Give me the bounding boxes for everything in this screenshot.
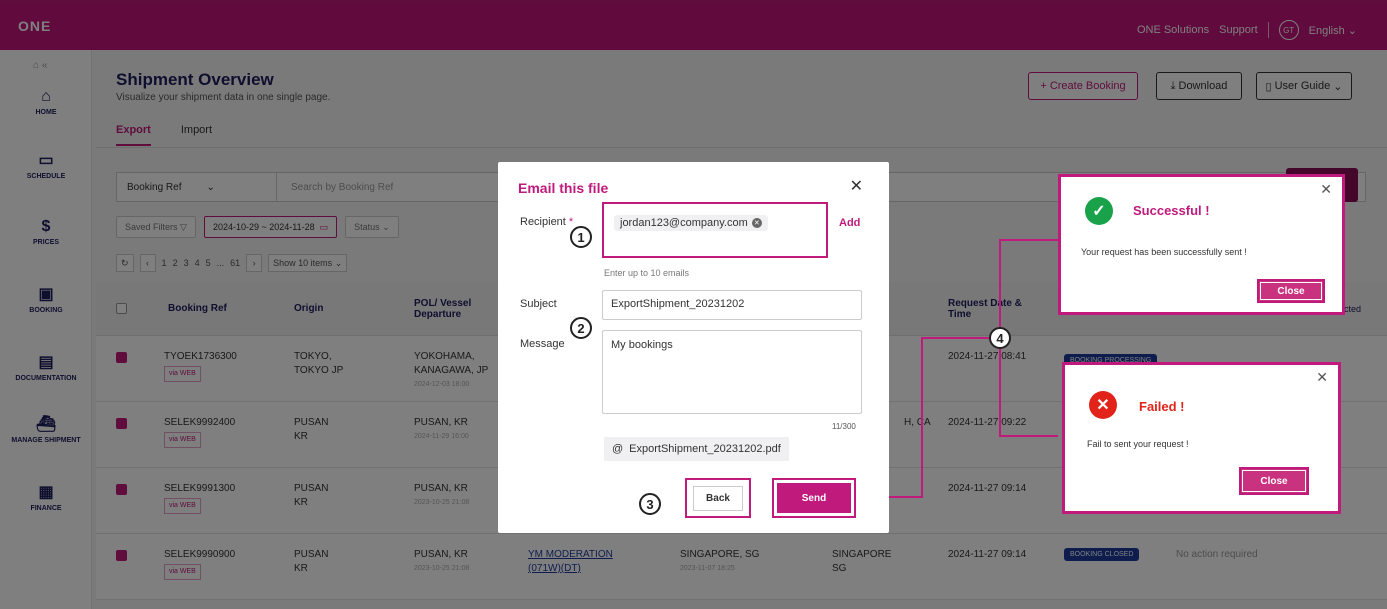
email-chip-label: jordan123@company.com <box>620 217 748 229</box>
failed-message: Fail to sent your request ! <box>1087 439 1189 449</box>
recipient-label-text: Recipient <box>520 216 566 228</box>
character-counter: 11/300 <box>832 422 856 431</box>
message-label: Message <box>520 338 565 350</box>
success-title: Successful ! <box>1133 203 1210 218</box>
success-close-button[interactable]: Close <box>1257 279 1325 303</box>
attachment-name: ExportShipment_20231202.pdf <box>629 443 781 455</box>
step-marker-3: 3 <box>639 493 661 515</box>
recipient-input[interactable]: jordan123@company.com ✕ <box>602 202 828 258</box>
message-textarea[interactable]: My bookings <box>602 330 862 414</box>
step-marker-1: 1 <box>570 226 592 248</box>
failed-title: Failed ! <box>1139 399 1185 414</box>
remove-email-icon[interactable]: ✕ <box>751 218 762 228</box>
recipient-label: Recipient * <box>520 216 573 228</box>
failed-close-button[interactable]: Close <box>1239 467 1309 495</box>
email-file-dialog: Email this file ✕ Recipient * jordan123@… <box>498 162 889 533</box>
close-icon[interactable]: ✕ <box>850 176 863 196</box>
success-popup: ✕ ✓ Successful ! Your request has been s… <box>1058 174 1345 315</box>
close-icon[interactable]: ✕ <box>1316 369 1328 386</box>
dialog-title: Email this file <box>518 180 609 196</box>
success-message: Your request has been successfully sent … <box>1081 247 1247 257</box>
close-icon[interactable]: ✕ <box>1320 181 1332 198</box>
step-marker-2: 2 <box>570 317 592 339</box>
back-button[interactable]: Back <box>685 478 751 518</box>
check-icon: ✓ <box>1085 197 1113 225</box>
subject-input[interactable]: ExportShipment_20231202 <box>602 290 862 320</box>
email-chip: jordan123@company.com ✕ <box>614 215 768 231</box>
required-mark: * <box>568 216 574 228</box>
paperclip-icon: @ <box>612 443 624 455</box>
error-icon: ✕ <box>1089 391 1117 419</box>
attachment-chip[interactable]: @ ExportShipment_20231202.pdf <box>604 437 789 461</box>
recipient-hint: Enter up to 10 emails <box>604 268 690 278</box>
send-button[interactable]: Send <box>772 478 856 518</box>
subject-label: Subject <box>520 298 557 310</box>
send-button-label: Send <box>777 483 851 513</box>
step-marker-4: 4 <box>989 327 1011 349</box>
add-recipient-link[interactable]: Add <box>839 217 860 229</box>
failed-popup: ✕ ✕ Failed ! Fail to sent your request !… <box>1062 362 1341 514</box>
back-button-label: Back <box>693 485 743 511</box>
